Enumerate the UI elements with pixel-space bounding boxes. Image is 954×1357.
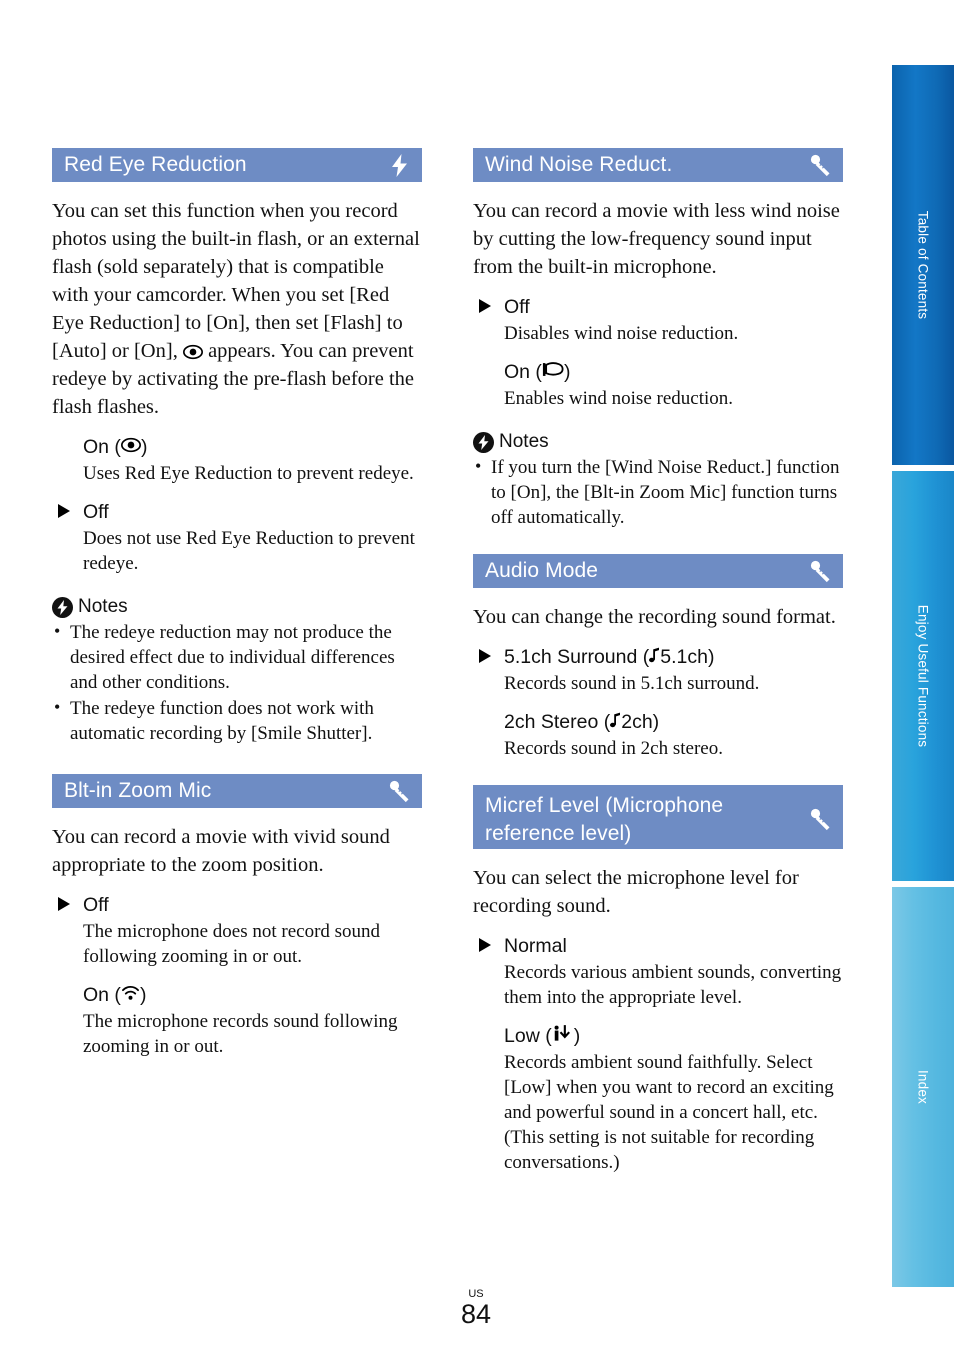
section-intro: You can select the microphone level for … [473,867,799,917]
page-number: 84 [460,1299,492,1329]
notes-bolt-icon [473,431,494,453]
default-marker-icon [479,299,491,313]
microphone-icon [807,806,833,832]
intro-text-part1: You can set this function when you recor… [52,200,420,362]
option-label: Normal [473,934,843,959]
notes-header: Notes [52,596,422,618]
option-label: 5.1ch Surround (5.1ch) [473,645,843,670]
option-label: 2ch Stereo (2ch) [504,711,660,733]
section-title: Micref Level (Microphone reference level… [485,794,724,845]
section-header: Audio Mode [473,554,843,588]
option-description: Records sound in 5.1ch surround. [504,673,760,694]
section-audio-mode: Audio Mode You can change the recording … [473,554,843,761]
option-off: Off Disables wind noise reduction. [473,295,843,346]
section-header: Blt-in Zoom Mic [52,774,422,808]
default-marker-icon [479,938,491,952]
option-label: On () [83,984,147,1006]
option-on: On () Enables wind noise reduction. [473,360,843,411]
note-item: The redeye reduction may not produce the… [52,619,422,695]
tab-label: Enjoy Useful Functions [915,604,931,748]
music-note-icon [610,712,621,728]
notes-block: Notes If you turn the [Wind Noise Reduct… [473,431,843,530]
section-intro: You can record a movie with less wind no… [473,200,840,278]
option-description: The microphone records sound following z… [83,1011,398,1057]
notes-header: Notes [473,431,843,453]
zoom-mic-icon [121,984,140,1001]
section-intro: You can set this function when you recor… [52,197,422,421]
notes-block: Notes The redeye reduction may not produ… [52,596,422,746]
option-description: Uses Red Eye Reduction to prevent redeye… [83,463,414,484]
mic-low-icon [552,1025,574,1042]
option-description: Disables wind noise reduction. [504,323,739,344]
section-header: Red Eye Reduction [52,148,422,182]
option-description: Records various ambient sounds, converti… [504,962,842,1008]
default-marker-icon [479,649,491,663]
section-blt-in-zoom-mic: Blt-in Zoom Mic You can record a movie w… [52,774,422,1059]
right-column: Wind Noise Reduct. You can record a movi… [473,148,843,1175]
section-title: Audio Mode [485,559,599,582]
tab-label: Table of Contents [915,210,931,320]
option-2ch-stereo: 2ch Stereo (2ch) Records sound in 2ch st… [473,710,843,761]
option-on: On () The microphone records sound follo… [52,983,422,1059]
section-micref-level: Micref Level (Microphone reference level… [473,785,843,1175]
sidebar-tab-index[interactable]: Index [889,887,954,1287]
section-red-eye-reduction: Red Eye Reduction You can set this funct… [52,148,422,746]
redeye-icon [182,344,203,360]
section-intro: You can record a movie with vivid sound … [52,826,390,876]
option-label: Off [52,893,422,918]
option-label: Low () [504,1025,581,1047]
option-off: Off The microphone does not record sound… [52,893,422,969]
option-off: Off Does not use Red Eye Reduction to pr… [52,500,422,576]
section-header: Wind Noise Reduct. [473,148,843,182]
wind-flag-icon [542,361,564,378]
option-low: Low () Records ambient sound faithfully.… [473,1024,843,1175]
option-description: Records sound in 2ch stereo. [504,738,723,759]
option-description: Records ambient sound faithfully. Select… [504,1052,834,1173]
option-description: Enables wind noise reduction. [504,388,734,409]
option-label: On () [504,361,571,383]
side-tab-rail: Table of Contents Enjoy Useful Functions… [889,65,954,1287]
microphone-icon [386,778,412,804]
tab-label: Index [915,1069,931,1105]
left-column: Red Eye Reduction You can set this funct… [52,148,422,1175]
section-wind-noise-reduct: Wind Noise Reduct. You can record a movi… [473,148,843,530]
section-header: Micref Level (Microphone reference level… [473,785,843,849]
microphone-icon [807,152,833,178]
notes-bolt-icon [52,596,73,618]
redeye-icon [120,437,141,453]
music-note-icon [649,647,660,663]
option-on: On () Uses Red Eye Reduction to prevent … [52,435,422,486]
notes-label: Notes [78,596,128,617]
content-columns: Red Eye Reduction You can set this funct… [52,148,844,1175]
option-5-1ch-surround: 5.1ch Surround (5.1ch) Records sound in … [473,645,843,696]
note-item: The redeye function does not work with a… [52,695,422,746]
notes-list: If you turn the [Wind Noise Reduct.] fun… [473,454,843,530]
option-description: Does not use Red Eye Reduction to preven… [83,528,415,574]
default-marker-icon [58,504,70,518]
section-title: Red Eye Reduction [64,153,247,176]
page-footer: US 84 [0,1288,954,1329]
sidebar-tab-table-of-contents[interactable]: Table of Contents [889,65,954,465]
section-title: Wind Noise Reduct. [485,153,673,176]
notes-label: Notes [499,431,549,452]
notes-list: The redeye reduction may not produce the… [52,619,422,746]
option-description: The microphone does not record sound fol… [83,921,381,967]
option-label: Off [52,500,422,525]
microphone-icon [807,558,833,584]
default-marker-icon [58,897,70,911]
sidebar-tab-enjoy-useful-functions[interactable]: Enjoy Useful Functions [889,471,954,881]
section-title: Blt-in Zoom Mic [64,779,212,802]
section-intro: You can change the recording sound forma… [473,606,836,628]
manual-page: Red Eye Reduction You can set this funct… [0,0,954,1357]
option-label: On () [83,436,148,458]
note-item: If you turn the [Wind Noise Reduct.] fun… [473,454,843,530]
option-label: Off [473,295,843,320]
flash-icon [386,152,412,178]
option-normal: Normal Records various ambient sounds, c… [473,934,843,1010]
